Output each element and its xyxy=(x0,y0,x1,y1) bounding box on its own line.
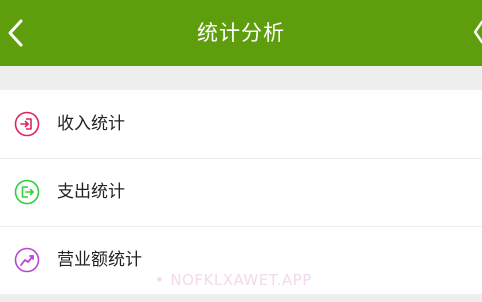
menu-item-label: 营业额统计 xyxy=(57,250,142,270)
menu-item-label: 收入统计 xyxy=(57,114,125,134)
watermark-dot: • xyxy=(155,271,165,289)
logout-arrow-icon xyxy=(14,179,40,205)
page-title: 统计分析 xyxy=(197,21,285,45)
watermark: • NOFKLXAWET.APP xyxy=(155,271,345,291)
stats-menu-list: 收入统计 支出统计 营业额统计 xyxy=(0,90,482,294)
app-header: 统计分析 xyxy=(0,0,482,66)
menu-item-income-stats[interactable]: 收入统计 xyxy=(0,90,482,158)
login-arrow-icon xyxy=(14,111,40,137)
menu-item-expense-stats[interactable]: 支出统计 xyxy=(0,158,482,226)
chart-icon xyxy=(14,247,40,273)
partial-edge-icon[interactable] xyxy=(474,18,482,46)
watermark-text: NOFKLXAWET.APP xyxy=(170,271,312,289)
menu-item-label: 支出统计 xyxy=(57,182,125,202)
